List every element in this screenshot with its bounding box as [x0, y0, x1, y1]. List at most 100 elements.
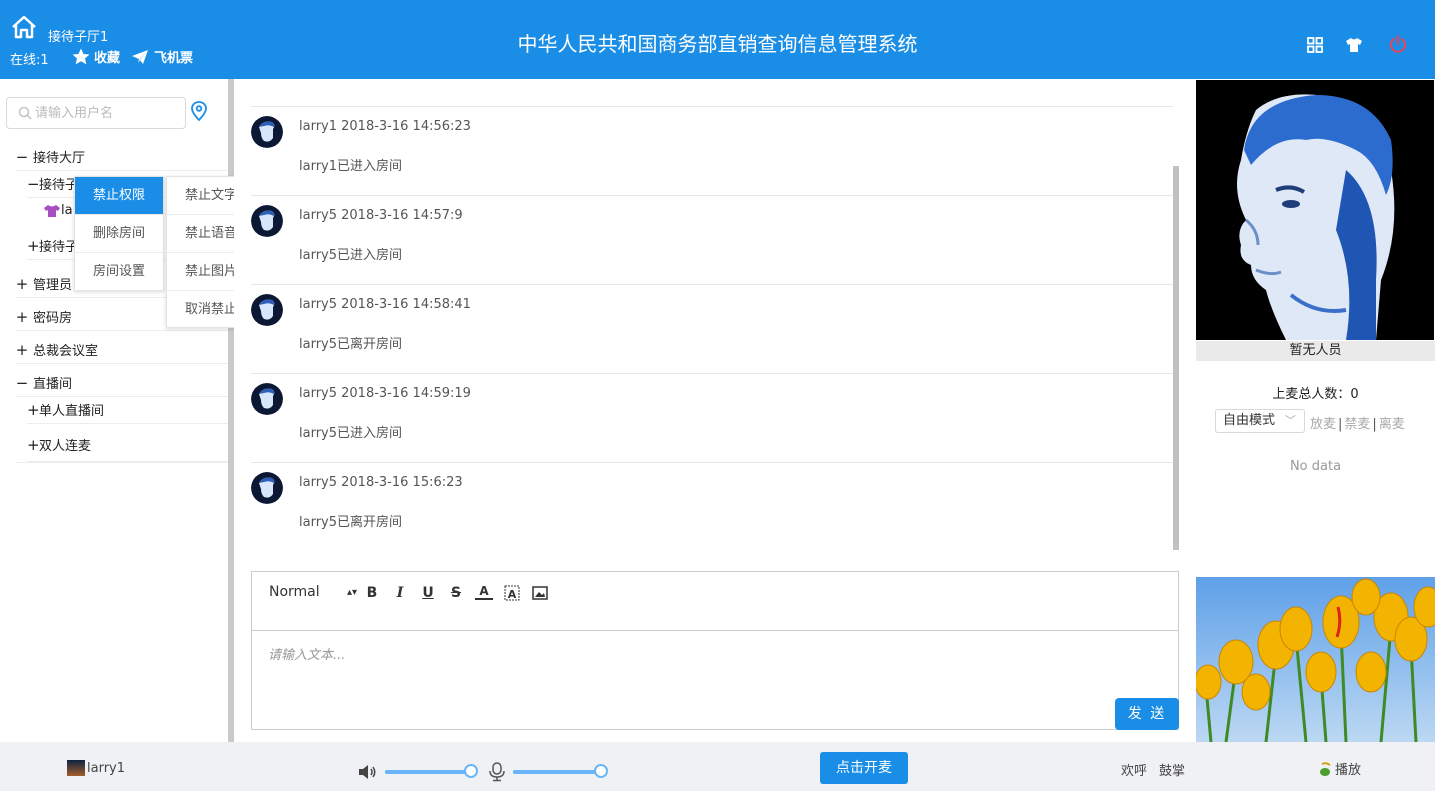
location-icon[interactable] — [190, 101, 208, 121]
mic-actions: 放麦 | 禁麦 | 离麦 — [1310, 417, 1405, 432]
mic-slider-fill — [513, 770, 601, 774]
expand-icon[interactable]: + — [27, 401, 40, 419]
expand-icon[interactable]: + — [27, 436, 40, 454]
volume-icon[interactable] — [358, 764, 378, 780]
image-icon[interactable] — [531, 584, 549, 602]
message-meta: larry5 2018-3-16 14:59:19 — [299, 386, 471, 401]
mode-select-value: 自由模式 — [1223, 413, 1276, 428]
microphone-icon[interactable] — [488, 762, 506, 782]
context-menu: 禁止权限 删除房间 房间设置 — [74, 176, 164, 291]
message-text: larry5已进入房间 — [299, 248, 403, 263]
menu-item-room-settings[interactable]: 房间设置 — [75, 253, 163, 291]
tree-divider — [15, 462, 228, 463]
avatar[interactable] — [251, 205, 283, 237]
clap-button[interactable]: 鼓掌 — [1159, 760, 1185, 779]
background-color-icon[interactable]: A — [503, 584, 521, 602]
tree-item-label: 直播间 — [33, 377, 73, 392]
format-label: Normal — [269, 584, 320, 600]
tree-user-label: la — [61, 202, 73, 218]
italic-icon[interactable]: I — [391, 584, 409, 602]
tree-item-live-room[interactable]: − 直播间 — [15, 369, 228, 397]
mic-slider-handle[interactable] — [594, 764, 608, 778]
current-user-name: larry1 — [87, 760, 126, 776]
play-button[interactable]: 播放 — [1319, 759, 1361, 778]
music-icon — [1320, 761, 1331, 776]
format-select[interactable]: Normal ▴▾ — [269, 584, 357, 602]
avatar[interactable] — [251, 383, 283, 415]
current-user[interactable]: larry1 — [67, 760, 125, 776]
editor-toolbar: Normal ▴▾ B I U S A A — [252, 572, 1178, 631]
tree-item-reception-hall[interactable]: − 接待大厅 — [15, 143, 228, 171]
volume-slider-handle[interactable] — [464, 764, 478, 778]
user-search-input[interactable] — [35, 98, 183, 128]
tree-item-label: 单人直播间 — [39, 404, 105, 419]
chat-scrollbar[interactable] — [1173, 166, 1179, 550]
search-icon — [18, 106, 32, 120]
updown-icon: ▴▾ — [346, 587, 357, 598]
tree-item-label: 总裁会议室 — [33, 344, 99, 359]
expand-icon[interactable]: + — [27, 237, 40, 255]
strikethrough-icon[interactable]: S — [447, 584, 465, 602]
chat-message: larry5 2018-3-16 14:59:19 larry5已进入房间 — [251, 374, 1173, 463]
tulip-image — [1196, 577, 1435, 742]
message-text: larry5已离开房间 — [299, 337, 403, 352]
app-title: 中华人民共和国商务部直销查询信息管理系统 — [517, 32, 918, 56]
message-text: larry5已进入房间 — [299, 426, 403, 441]
expand-icon[interactable]: + — [15, 341, 29, 359]
send-button[interactable]: 发 送 — [1115, 698, 1179, 730]
app-header: 接待子厅1 在线:1 收藏 飞机票 中华人民共和国商务部直销查询信息管理系统 — [0, 0, 1435, 79]
avatar[interactable] — [251, 472, 283, 504]
collapse-icon[interactable]: − — [15, 374, 29, 392]
chat-message: larry1 2018-3-16 14:56:23 larry1已进入房间 — [251, 107, 1173, 196]
message-meta: larry1 2018-3-16 14:56:23 — [299, 119, 471, 134]
open-mic-button[interactable]: 点击开麦 — [820, 752, 908, 784]
editor-input[interactable]: 请输入文本... — [268, 644, 345, 663]
mic-slider[interactable] — [513, 770, 601, 774]
play-label: 播放 — [1335, 763, 1362, 778]
release-mic-link[interactable]: 放麦 — [1310, 417, 1336, 432]
tree-item-label: 密码房 — [33, 311, 73, 326]
font-color-icon[interactable]: A — [475, 584, 493, 600]
chat-message: larry5 2018-3-16 15:6:23 larry5已离开房间 — [251, 463, 1173, 552]
chat-message: larry5 2018-3-16 14:58:41 larry5已离开房间 — [251, 285, 1173, 374]
tree-item-single-live[interactable]: + 单人直播间 — [27, 396, 228, 424]
volume-slider[interactable] — [385, 770, 471, 774]
tree-item-label: 接待子 — [39, 178, 79, 193]
underline-icon[interactable]: U — [419, 584, 437, 602]
expand-icon[interactable]: + — [15, 275, 29, 293]
avatar[interactable] — [251, 294, 283, 326]
avatar[interactable] — [251, 116, 283, 148]
tree-item-dual-live[interactable]: + 双人连麦 — [27, 428, 228, 462]
host-video — [1196, 80, 1434, 340]
message-meta: larry5 2018-3-16 14:57:9 — [299, 208, 463, 223]
chevron-down-icon: ﹀ — [1285, 414, 1296, 427]
no-people-label: 暂无人员 — [1196, 341, 1435, 361]
menu-item-ban-permission[interactable]: 禁止权限 — [75, 177, 163, 215]
menu-item-delete-room[interactable]: 删除房间 — [75, 215, 163, 253]
bold-icon[interactable]: B — [363, 584, 381, 602]
ban-mic-link[interactable]: 禁麦 — [1344, 417, 1370, 432]
collapse-icon[interactable]: − — [15, 148, 29, 166]
power-icon[interactable] — [1388, 34, 1408, 54]
message-meta: larry5 2018-3-16 14:58:41 — [299, 297, 471, 312]
mic-count: 上麦总人数：0 — [1272, 387, 1359, 402]
user-search-box — [6, 97, 186, 129]
tree-item-ceo-room[interactable]: + 总裁会议室 — [15, 336, 228, 364]
mode-select[interactable]: 自由模式 ﹀ — [1215, 409, 1305, 433]
tree-item-label: 接待子 — [39, 240, 79, 255]
footer-bar — [0, 742, 1435, 791]
tree-item-label: 双人连麦 — [39, 439, 92, 454]
cheer-button[interactable]: 欢呼 — [1121, 760, 1147, 779]
message-text: larry5已离开房间 — [299, 515, 403, 530]
grid-icon[interactable] — [1306, 36, 1324, 54]
user-role-icon — [44, 205, 60, 217]
volume-slider-fill — [385, 770, 471, 774]
collapse-icon[interactable]: − — [27, 175, 40, 193]
leave-mic-link[interactable]: 离麦 — [1379, 417, 1405, 432]
tree-item-label: 接待大厅 — [33, 151, 86, 166]
no-data-label: No data — [1289, 459, 1342, 474]
shirt-icon[interactable] — [1345, 36, 1363, 54]
message-meta: larry5 2018-3-16 15:6:23 — [299, 475, 463, 490]
message-editor: Normal ▴▾ B I U S A A 请输入文本... — [251, 571, 1179, 730]
expand-icon[interactable]: + — [15, 308, 29, 326]
